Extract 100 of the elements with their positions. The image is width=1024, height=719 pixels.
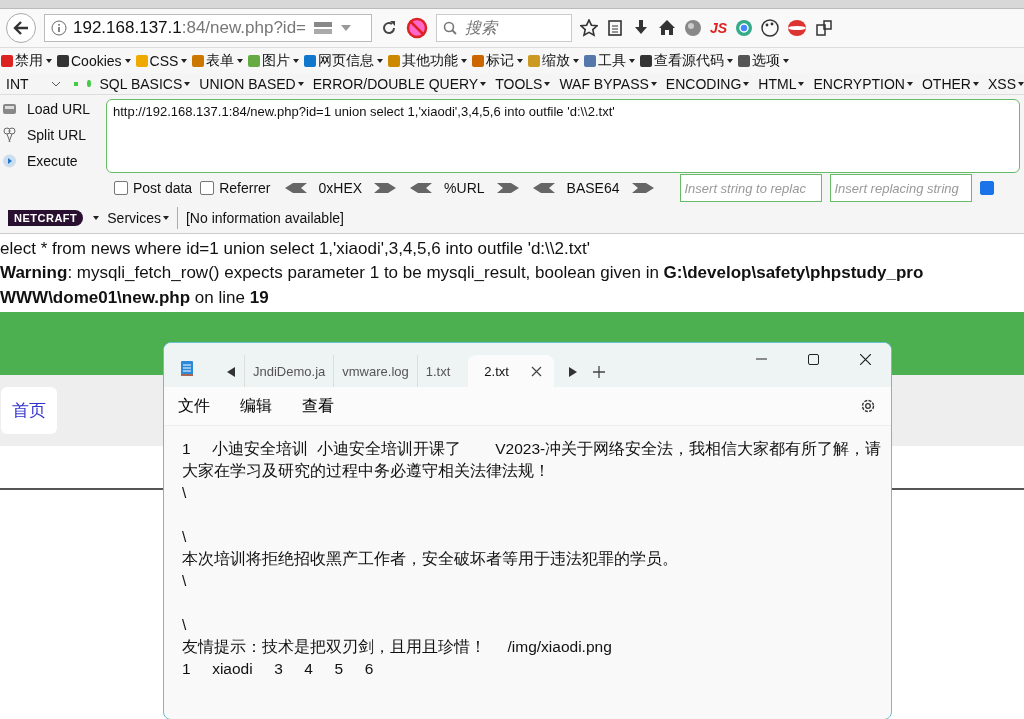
dropdown-icon[interactable]: [340, 24, 353, 32]
checkbox[interactable]: [200, 181, 215, 195]
hackbar-menu[interactable]: HTML: [758, 75, 805, 92]
nav-link[interactable]: 首页: [1, 387, 57, 434]
addon-menu[interactable]: 标记: [471, 51, 524, 70]
replace-field[interactable]: Insert string to replac: [679, 174, 822, 202]
warning-text: WWW\dome01\new.php on line 19: [0, 287, 270, 309]
addon-menu[interactable]: 网页信息: [303, 51, 384, 70]
url-textarea[interactable]: http://192.168.137.1:84/new.php?id=1 union select 1,'xiaodi',3,4,5,6 into outfile 'd:\\2.txt': [106, 99, 1020, 173]
js-label[interactable]: JS: [710, 20, 728, 36]
hackbar-menu[interactable]: ENCODING: [665, 75, 750, 92]
url-text: 192.168.137.1:84/new.php?id=: [73, 18, 307, 38]
caret-icon[interactable]: [93, 216, 100, 220]
hackbar-menu[interactable]: UNION BASED: [199, 75, 304, 92]
query-text: elect * from news where id=1 union select 1,'xiaodi',3,4,5,6 into outfile 'd:\\2.txt': [0, 238, 591, 260]
search-field[interactable]: 搜索: [463, 18, 565, 38]
menu-item-icon: [247, 53, 262, 68]
hackbar-menu[interactable]: SQL BASICS: [99, 75, 191, 92]
replace-field[interactable]: Insert replacing string: [829, 174, 972, 202]
addon-menu[interactable]: CSS: [134, 52, 188, 69]
hackbar-action[interactable]: Split URL: [0, 125, 100, 145]
text-line: \: [182, 571, 188, 591]
menu-item-icon: [583, 53, 598, 68]
type-select[interactable]: INT: [2, 73, 66, 94]
menu-item-icon: [0, 53, 14, 68]
encode-arrow-icon[interactable]: [410, 183, 433, 193]
maximize-icon: [807, 353, 819, 365]
menu-item[interactable]: 查看: [302, 395, 334, 417]
home-icon[interactable]: [658, 19, 676, 37]
hackbar-menu[interactable]: OTHER: [922, 75, 979, 92]
menu-item[interactable]: 文件: [178, 395, 210, 417]
addon-menu[interactable]: 其他功能: [387, 51, 468, 70]
addon-menu[interactable]: 工具: [583, 51, 636, 70]
close-icon: [859, 353, 871, 365]
text-line: 1 xiaodi 3 4 5 6: [182, 659, 375, 679]
encode-arrow-icon[interactable]: [284, 183, 307, 193]
addon-menu[interactable]: 表单: [191, 51, 244, 70]
services-menu[interactable]: Services: [107, 210, 169, 226]
file-tab[interactable]: 2.txt: [468, 355, 554, 387]
menu-item-icon: [134, 53, 149, 68]
addon-menu[interactable]: 缩放: [527, 51, 580, 70]
addon-menu[interactable]: Cookies: [56, 52, 131, 69]
addon-menu[interactable]: 禁用: [0, 51, 52, 70]
right-triangle-icon: [568, 367, 577, 377]
hackbar-action[interactable]: Load URL: [0, 99, 100, 119]
text-line: 友情提示：技术是把双刃剑，且用且珍惜！ /img/xiaodi.png: [182, 637, 613, 657]
search-box[interactable]: 搜索: [436, 14, 572, 42]
back-button[interactable]: [6, 13, 36, 43]
hackbar-menu[interactable]: TOOLS: [495, 75, 551, 92]
left-triangle-icon: [227, 367, 235, 377]
menu-item-icon: [737, 53, 752, 68]
checkbox-label: Post data: [133, 180, 193, 196]
checkbox[interactable]: [979, 181, 994, 195]
address-bar[interactable]: 192.168.137.1:84/new.php?id=: [44, 14, 372, 42]
settings-icon[interactable]: [859, 397, 877, 415]
blocked-icon[interactable]: [406, 17, 428, 39]
reload-icon[interactable]: [380, 19, 398, 37]
menu-item-icon: [191, 53, 206, 68]
notepad-icon: [180, 359, 194, 377]
chevron-icon: [51, 80, 62, 87]
menu-item-icon: [639, 53, 654, 68]
addon-menu[interactable]: 图片: [247, 51, 300, 70]
window-icon[interactable]: [815, 19, 834, 37]
hackbar-menu[interactable]: WAF BYPASS: [559, 75, 657, 92]
decode-arrow-icon[interactable]: [631, 183, 654, 193]
encoding-label: %URL: [444, 180, 485, 196]
hackbar-menu[interactable]: XSS: [988, 75, 1024, 92]
load-icon: [2, 101, 17, 117]
encoding-label: 0xHEX: [318, 180, 363, 196]
menu-item[interactable]: 编辑: [240, 395, 272, 417]
menu-item-icon: [527, 53, 542, 68]
close-icon[interactable]: [530, 365, 542, 377]
text-line: 本次培训将拒绝招收黑产工作者，安全破坏者等用于违法犯罪的学员。: [182, 549, 679, 569]
text-line: \: [182, 483, 188, 503]
decode-arrow-icon[interactable]: [374, 183, 397, 193]
hackbar-action[interactable]: Execute: [0, 151, 100, 171]
menu-item-icon: [387, 53, 402, 68]
scissors-icon: [2, 127, 17, 143]
warning-text: Warning: mysqli_fetch_row() expects parameter 1 to be mysqli_result, boolean given in G:\develop\safety\phpstudy_pro: [0, 262, 925, 284]
addon-menu[interactable]: 选项: [737, 51, 790, 70]
back-arrow-icon: [13, 21, 29, 35]
star-icon[interactable]: [580, 19, 598, 37]
text-line: \: [182, 527, 188, 547]
addon-menu[interactable]: 查看源代码: [639, 51, 734, 70]
play-icon: [2, 153, 17, 169]
decode-arrow-icon[interactable]: [496, 183, 519, 193]
site-info: [No information available]: [185, 210, 344, 226]
checkbox-label: Referrer: [219, 180, 271, 196]
encode-arrow-icon[interactable]: [532, 183, 555, 193]
menu-item-icon: [471, 53, 486, 68]
info-icon: [51, 20, 67, 36]
disc-icon[interactable]: [787, 19, 808, 37]
encoding-label: BASE64: [566, 180, 620, 196]
text-line: 1 小迪安全培训 小迪安全培训开课了 V2023-冲关于网络安全法，我相信大家都有所了解，请大家在学习及研究的过程中务必遵守相关法律法规！: [182, 439, 883, 481]
checkbox[interactable]: [114, 181, 128, 195]
hackbar-menu[interactable]: ENCRYPTION: [813, 75, 913, 92]
search-icon: [443, 21, 457, 35]
hackbar-menu[interactable]: ERROR/DOUBLE QUERY: [312, 75, 487, 92]
menu-item-icon: [303, 53, 318, 68]
netcraft-logo[interactable]: NETCRAFT: [8, 210, 84, 226]
